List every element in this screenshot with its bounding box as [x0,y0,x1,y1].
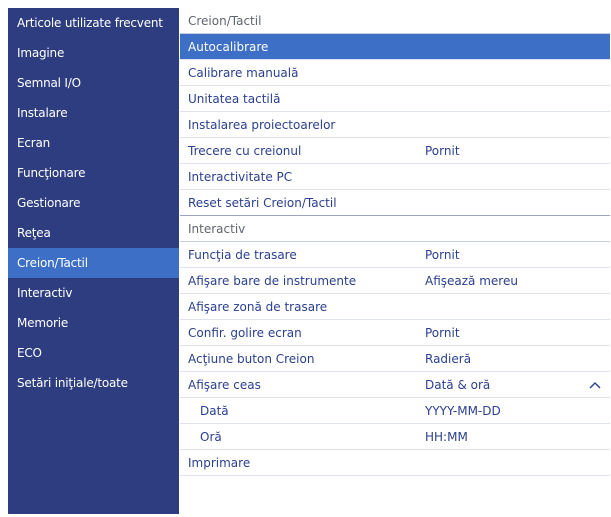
menu-item-label: Calibrare manuală [188,66,299,80]
projector-menu: Articole utilizate frecvent Imagine Semn… [0,0,611,517]
menu-item-label: Dată [200,404,229,418]
menu-item-time[interactable]: Oră HH:MM [180,424,610,450]
menu-item-drawing-area-display[interactable]: Afişare zonă de trasare [180,294,610,320]
menu-item-label: Unitatea tactilă [188,92,281,106]
section-header-pen-touch: Creion/Tactil [180,8,610,34]
sidebar-item-frequent[interactable]: Articole utilizate frecvent [8,8,179,38]
sidebar-item-interactive[interactable]: Interactiv [8,278,179,308]
menu-item-auto-calibration[interactable]: Autocalibrare [180,34,610,60]
sidebar-item-installation[interactable]: Instalare [8,98,179,128]
chevron-up-icon[interactable] [588,372,602,398]
menu-item-label: Afişare zonă de trasare [188,300,328,314]
menu-item-value: HH:MM [425,430,468,444]
menu-item-value: Radieră [425,352,472,366]
menu-item-label: Afişare ceas [188,378,261,392]
menu-item-label: Instalarea proiectoarelor [188,118,336,132]
sidebar-item-memory[interactable]: Memorie [8,308,179,338]
menu-item-clock-display[interactable]: Afişare ceas Dată & oră [180,372,610,398]
menu-item-label: Imprimare [188,456,251,470]
menu-item-value: Pornit [425,326,460,340]
menu-item-label: Funcţia de trasare [188,248,297,262]
sidebar-item-signal-io[interactable]: Semnal I/O [8,68,179,98]
menu-item-label: Autocalibrare [188,40,269,54]
menu-item-reset-pen-touch[interactable]: Reset setări Creion/Tactil [180,190,610,216]
menu-item-touch-unit[interactable]: Unitatea tactilă [180,86,610,112]
section-title: Creion/Tactil [188,14,262,28]
sidebar-item-operation[interactable]: Funcţionare [8,158,179,188]
menu-item-toolbar-display[interactable]: Afişare bare de instrumente Afişează mer… [180,268,610,294]
menu-item-projector-installation[interactable]: Instalarea proiectoarelor [180,112,610,138]
menu-item-label: Confir. golire ecran [188,326,302,340]
menu-item-label: Acţiune buton Creion [188,352,315,366]
menu-item-pc-interactivity[interactable]: Interactivitate PC [180,164,610,190]
sidebar-item-image[interactable]: Imagine [8,38,179,68]
sidebar-item-initial-settings[interactable]: Setări iniţiale/toate [8,368,179,398]
menu-item-value: Pornit [425,248,460,262]
menu-item-value: Dată & oră [425,378,491,392]
menu-item-label: Interactivitate PC [188,170,293,184]
sidebar-item-network[interactable]: Reţea [8,218,179,248]
menu-item-manual-calibration[interactable]: Calibrare manuală [180,60,610,86]
menu-item-value: YYYY-MM-DD [425,404,501,418]
menu-item-date[interactable]: Dată YYYY-MM-DD [180,398,610,424]
section-header-interactive: Interactiv [180,216,610,242]
menu-item-label: Trecere cu creionul [188,144,302,158]
sidebar: Articole utilizate frecvent Imagine Semn… [8,8,179,514]
settings-panel: Creion/Tactil Autocalibrare Calibrare ma… [180,8,610,514]
menu-item-label: Oră [200,430,222,444]
menu-item-value: Pornit [425,144,460,158]
menu-item-print[interactable]: Imprimare [180,450,610,476]
menu-item-label: Reset setări Creion/Tactil [188,196,337,210]
sidebar-item-display[interactable]: Ecran [8,128,179,158]
section-title: Interactiv [188,222,246,236]
menu-item-pen-button-action[interactable]: Acţiune buton Creion Radieră [180,346,610,372]
menu-item-label: Afişare bare de instrumente [188,274,357,288]
menu-item-pen-pass-through[interactable]: Trecere cu creionul Pornit [180,138,610,164]
sidebar-item-management[interactable]: Gestionare [8,188,179,218]
sidebar-item-eco[interactable]: ECO [8,338,179,368]
menu-item-clear-screen-confirm[interactable]: Confir. golire ecran Pornit [180,320,610,346]
menu-item-drawing-function[interactable]: Funcţia de trasare Pornit [180,242,610,268]
menu-item-value: Afişează mereu [425,274,518,288]
sidebar-item-pen-touch[interactable]: Creion/Tactil [8,248,179,278]
